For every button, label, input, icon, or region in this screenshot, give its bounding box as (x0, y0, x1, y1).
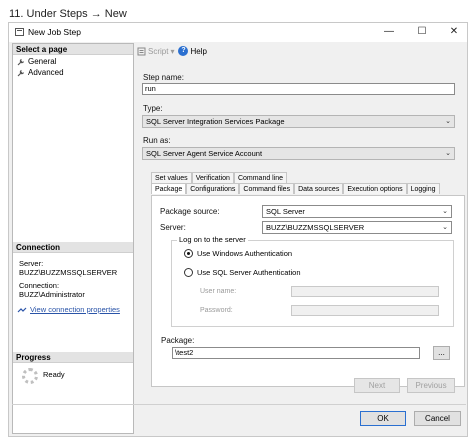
new-job-step-dialog: New Job Step — ☐ ✕ Select a page General… (8, 22, 468, 437)
help-button[interactable]: ? Help (178, 46, 207, 56)
tab-logging[interactable]: Logging (406, 183, 440, 194)
tab-package[interactable]: Package (151, 183, 187, 194)
sql-auth-radio[interactable]: Use SQL Server Authentication (184, 268, 301, 277)
minimize-button[interactable]: — (379, 25, 399, 39)
page-item-label: General (28, 57, 57, 66)
username-label: User name: (200, 288, 237, 295)
tab-data-sources[interactable]: Data sources (294, 183, 344, 194)
progress-header: Progress (13, 352, 133, 363)
package-source-select[interactable]: SQL Server ⌄ (262, 205, 452, 218)
package-tab-panel: Package source: SQL Server ⌄ Server: BUZ… (151, 195, 465, 387)
windows-auth-radio[interactable]: Use Windows Authentication (184, 249, 292, 258)
tab-set-values[interactable]: Set values (151, 172, 192, 183)
radio-unselected-icon (184, 268, 193, 277)
wrench-icon (17, 58, 25, 65)
next-button[interactable]: Next (354, 378, 400, 393)
chevron-down-icon: ⌄ (445, 118, 451, 125)
logon-legend: Log on to the server (177, 235, 248, 244)
package-label: Package: (161, 336, 195, 345)
server-label: Server: (19, 259, 44, 268)
script-button[interactable]: Script ▾ (137, 47, 174, 56)
maximize-button[interactable]: ☐ (412, 25, 432, 39)
connection-value: BUZZ\Administrator (19, 290, 85, 299)
type-select-value: SQL Server Integration Services Package (146, 117, 285, 126)
bottom-separator (12, 404, 466, 405)
package-server-select[interactable]: BUZZ\BUZZMSSQLSERVER ⌄ (262, 221, 452, 234)
chevron-down-icon: ▾ (170, 46, 175, 56)
step-name-input[interactable]: run (142, 83, 455, 95)
chevron-down-icon: ⌄ (442, 208, 448, 215)
progress-status: Ready (43, 370, 65, 379)
script-icon (137, 47, 146, 55)
package-source-value: SQL Server (266, 207, 305, 216)
window-title: New Job Step (28, 27, 81, 37)
left-pane: Select a page General Advanced Connectio… (12, 43, 134, 434)
script-label: Script (148, 46, 169, 56)
username-input (291, 286, 439, 297)
package-source-label: Package source: (160, 207, 220, 216)
tabs-bottom-row: Package Configurations Command files Dat… (151, 183, 440, 194)
tab-command-files[interactable]: Command files (239, 183, 295, 194)
tab-configurations[interactable]: Configurations (186, 183, 240, 194)
help-icon: ? (178, 46, 189, 56)
run-as-select-value: SQL Server Agent Service Account (146, 149, 263, 158)
run-as-label: Run as: (143, 136, 171, 145)
window-app-icon (15, 28, 24, 36)
tab-command-line[interactable]: Command line (233, 172, 288, 183)
type-label: Type: (143, 104, 163, 113)
select-page-header: Select a page (13, 44, 133, 55)
step-name-label: Step name: (143, 73, 184, 82)
ok-button[interactable]: OK (360, 411, 406, 426)
package-input[interactable]: \test2 (172, 347, 420, 359)
previous-button[interactable]: Previous (407, 378, 455, 393)
logon-groupbox: Log on to the server Use Windows Authent… (171, 235, 454, 327)
toolbar: Script ▾ ? Help (137, 44, 207, 58)
page-item-advanced[interactable]: Advanced (17, 68, 64, 77)
close-button[interactable]: ✕ (444, 25, 464, 39)
package-server-label: Server: (160, 223, 186, 232)
password-input (291, 305, 439, 316)
run-as-select[interactable]: SQL Server Agent Service Account ⌄ (142, 147, 455, 160)
page-caption: 11. Under Steps → New (9, 8, 127, 20)
view-connection-properties-link[interactable]: View connection properties (30, 305, 120, 314)
title-bar: New Job Step — ☐ ✕ (9, 23, 467, 42)
windows-auth-label: Use Windows Authentication (197, 249, 293, 258)
package-server-value: BUZZ\BUZZMSSQLSERVER (266, 223, 365, 232)
tabs-top-row: Set values Verification Command line (151, 172, 288, 183)
progress-spinner-icon (22, 368, 38, 384)
cancel-button[interactable]: Cancel (414, 411, 461, 426)
browse-package-button[interactable]: ... (433, 346, 450, 360)
type-select[interactable]: SQL Server Integration Services Package … (142, 115, 455, 128)
page-item-general[interactable]: General (17, 57, 56, 66)
wrench-icon (17, 69, 25, 76)
tab-execution-options[interactable]: Execution options (343, 183, 407, 194)
server-value: BUZZ\BUZZMSSQLSERVER (19, 268, 118, 277)
connection-properties-icon (17, 307, 27, 312)
sql-auth-label: Use SQL Server Authentication (197, 268, 301, 277)
page-item-label: Advanced (28, 68, 64, 77)
connection-label: Connection: (19, 281, 60, 290)
connection-header: Connection (13, 242, 133, 253)
radio-selected-icon (184, 249, 193, 258)
chevron-down-icon: ⌄ (445, 150, 451, 157)
chevron-down-icon: ⌄ (442, 224, 448, 231)
view-connection-properties[interactable]: View connection properties (17, 305, 120, 314)
tab-verification[interactable]: Verification (191, 172, 234, 183)
help-label: Help (190, 46, 207, 56)
password-label: Password: (200, 307, 233, 314)
